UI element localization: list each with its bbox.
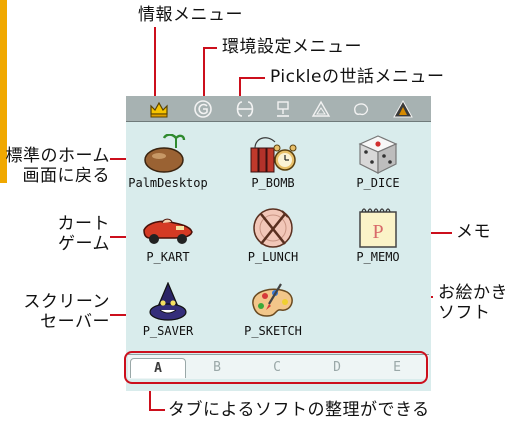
app-p-lunch[interactable]: P_LUNCH (231, 208, 315, 268)
drawing-software-label: お絵かき ソフト (438, 283, 508, 323)
kart-icon (143, 218, 193, 244)
app-label: P_DICE (356, 176, 400, 190)
device-screen: PalmDesktop P_BOMB P_DICE P_KART P_LUNCH… (126, 96, 431, 391)
screensaver-label: スクリーン セーバー (23, 292, 110, 332)
memo-letter: P (372, 221, 383, 243)
pickle-face-icon[interactable] (232, 98, 258, 119)
app-p-bomb[interactable]: P_BOMB (231, 134, 315, 194)
leader-pickle-h (239, 77, 265, 79)
app-label: P_SKETCH (244, 324, 302, 338)
app-label: PalmDesktop (128, 176, 208, 190)
memo-label: メモ (456, 222, 491, 242)
saver-icon (149, 282, 187, 321)
app-p-saver[interactable]: P_SAVER (126, 282, 210, 342)
leader-tabs-h (149, 409, 165, 411)
cart-game-label: カート ゲーム (57, 214, 110, 254)
info-menu-label: 情報メニュー (138, 5, 243, 25)
triangle-outline-icon[interactable] (308, 98, 334, 119)
bomb-icon (250, 137, 297, 173)
app-label: P_BOMB (251, 176, 295, 190)
dice-icon (358, 135, 398, 174)
crown-icon[interactable] (146, 98, 172, 119)
lunch-icon (253, 208, 293, 248)
app-label: P_KART (146, 250, 190, 264)
pickle-menu-label: Pickleの世話メニュー (270, 67, 445, 87)
triangle-filled-icon[interactable] (390, 98, 416, 119)
leader-info-menu (154, 27, 156, 100)
app-palm-desktop[interactable]: PalmDesktop (126, 134, 210, 194)
app-label: P_MEMO (356, 250, 400, 264)
app-p-kart[interactable]: P_KART (126, 208, 210, 268)
env-settings-menu-label: 環境設定メニュー (222, 37, 362, 57)
app-label: P_SAVER (142, 324, 194, 338)
menu-icon-bar (126, 96, 431, 122)
app-p-sketch[interactable]: P_SKETCH (231, 282, 315, 342)
leader-env-v (203, 47, 205, 100)
spiral-g-icon[interactable] (190, 98, 216, 119)
palm-desktop-icon (144, 134, 186, 173)
leader-env-h (203, 47, 217, 49)
plant-icon[interactable] (270, 98, 296, 119)
tab-highlight-frame (124, 351, 428, 384)
blob-icon[interactable] (348, 98, 374, 119)
return-home-label: 標準のホーム 画面に戻る (5, 146, 110, 186)
app-p-memo[interactable]: P P_MEMO (336, 208, 420, 268)
memo-icon: P (359, 208, 397, 248)
tab-organize-label: タブによるソフトの整理ができる (168, 400, 430, 420)
app-p-dice[interactable]: P_DICE (336, 134, 420, 194)
sketch-icon (252, 283, 293, 317)
app-label: P_LUNCH (247, 250, 299, 264)
